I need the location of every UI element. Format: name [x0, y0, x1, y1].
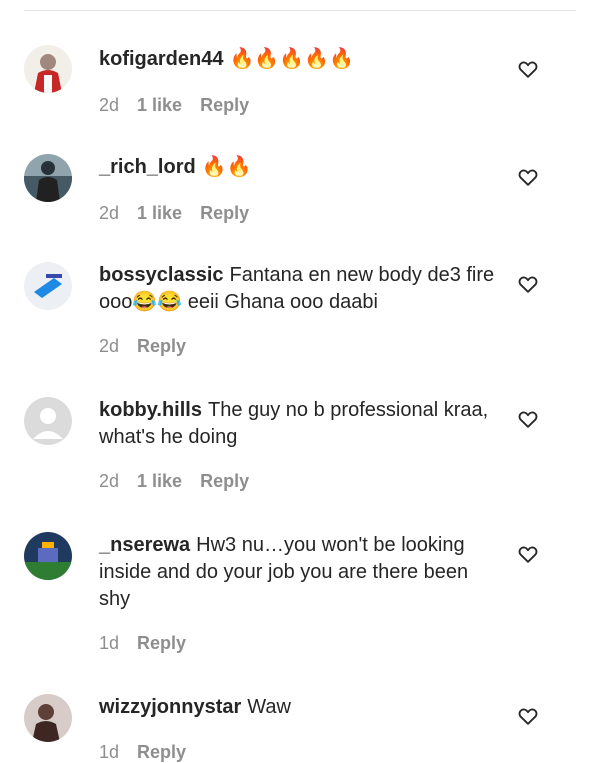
comment-likes[interactable]: 1 like — [137, 95, 182, 115]
like-heart-icon[interactable] — [517, 273, 539, 295]
top-divider — [24, 10, 576, 11]
comment-meta: 2d 1 like Reply — [99, 203, 267, 224]
comment-meta: 2d 1 like Reply — [99, 95, 267, 116]
comment-likes[interactable]: 1 like — [137, 471, 182, 491]
like-heart-icon[interactable] — [517, 58, 539, 80]
comment-text: 🔥🔥 — [201, 156, 252, 178]
reply-button[interactable]: Reply — [200, 95, 249, 115]
comment-username[interactable]: wizzyjonnystar — [99, 696, 241, 718]
like-heart-icon[interactable] — [517, 543, 539, 565]
avatar[interactable] — [24, 262, 72, 310]
comment-text: Waw — [247, 696, 291, 718]
comment-body: bossyclassic Fantana en new body de3 fire… — [99, 262, 499, 316]
comment-body: _rich_lord 🔥🔥 — [99, 154, 499, 181]
comment-username[interactable]: kobby.hills — [99, 399, 202, 421]
comment-meta: 2d 1 like Reply — [99, 471, 267, 492]
comment-time: 2d — [99, 336, 120, 356]
reply-button[interactable]: Reply — [137, 742, 186, 762]
avatar[interactable] — [24, 45, 72, 93]
avatar[interactable] — [24, 532, 72, 580]
comment-username[interactable]: _nserewa — [99, 534, 190, 556]
avatar[interactable] — [24, 154, 72, 202]
like-heart-icon[interactable] — [517, 705, 539, 727]
comment-time: 1d — [99, 742, 120, 762]
comment-meta: 2d Reply — [99, 336, 204, 357]
comment-username[interactable]: _rich_lord — [99, 156, 196, 178]
comment-username[interactable]: kofigarden44 — [99, 48, 223, 70]
comment-time: 1d — [99, 633, 120, 653]
reply-button[interactable]: Reply — [137, 633, 186, 653]
comment-time: 2d — [99, 203, 120, 223]
comment-meta: 1d Reply — [99, 633, 204, 654]
reply-button[interactable]: Reply — [137, 336, 186, 356]
comment-body: wizzyjonnystar Waw — [99, 694, 499, 721]
avatar[interactable] — [24, 694, 72, 742]
reply-button[interactable]: Reply — [200, 203, 249, 223]
comment-time: 2d — [99, 471, 120, 491]
like-heart-icon[interactable] — [517, 408, 539, 430]
comment-username[interactable]: bossyclassic — [99, 264, 224, 286]
comment-body: kobby.hills The guy no b professional kra… — [99, 397, 499, 451]
comment-text: 🔥🔥🔥🔥🔥 — [229, 48, 354, 70]
comment-likes[interactable]: 1 like — [137, 203, 182, 223]
avatar[interactable] — [24, 397, 72, 445]
comment-body: kofigarden44 🔥🔥🔥🔥🔥 — [99, 46, 499, 73]
comment-time: 2d — [99, 95, 120, 115]
comment-body: _nserewa Hw3 nu…you won't be looking insi… — [99, 532, 499, 613]
reply-button[interactable]: Reply — [200, 471, 249, 491]
like-heart-icon[interactable] — [517, 166, 539, 188]
